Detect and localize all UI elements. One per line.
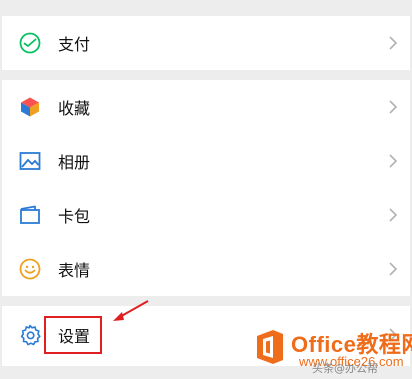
- annotation-arrow-icon: [113, 300, 149, 321]
- pay-group: 支付: [2, 16, 410, 70]
- menu-item-album[interactable]: 相册: [2, 134, 410, 188]
- pay-label: 支付: [58, 35, 91, 54]
- pay-icon: [18, 31, 42, 55]
- chevron-right-icon: [389, 208, 398, 222]
- settings-highlight-box: [44, 316, 102, 354]
- cards-label: 卡包: [58, 207, 91, 226]
- features-group: 收藏 相册 卡包 表情: [2, 80, 410, 296]
- album-picture-icon: [18, 149, 42, 173]
- sticker-smiley-icon: [18, 257, 42, 281]
- chevron-right-icon: [389, 154, 398, 168]
- chevron-right-icon: [389, 262, 398, 276]
- office-logo-icon: [257, 330, 283, 364]
- menu-item-stickers[interactable]: 表情: [2, 242, 410, 296]
- favorites-label: 收藏: [58, 99, 91, 118]
- source-watermark: 头条@办公帮: [312, 362, 378, 375]
- gear-icon: [18, 323, 42, 347]
- favorites-cube-icon: [18, 95, 42, 119]
- stickers-label: 表情: [58, 261, 91, 280]
- chevron-right-icon: [389, 100, 398, 114]
- card-wallet-icon: [18, 203, 42, 227]
- menu-item-favorites[interactable]: 收藏: [2, 80, 410, 134]
- top-gap: [0, 0, 412, 16]
- menu-item-cards[interactable]: 卡包: [2, 188, 410, 242]
- chevron-right-icon: [389, 36, 398, 50]
- menu-item-pay[interactable]: 支付: [2, 16, 410, 70]
- album-label: 相册: [58, 153, 91, 172]
